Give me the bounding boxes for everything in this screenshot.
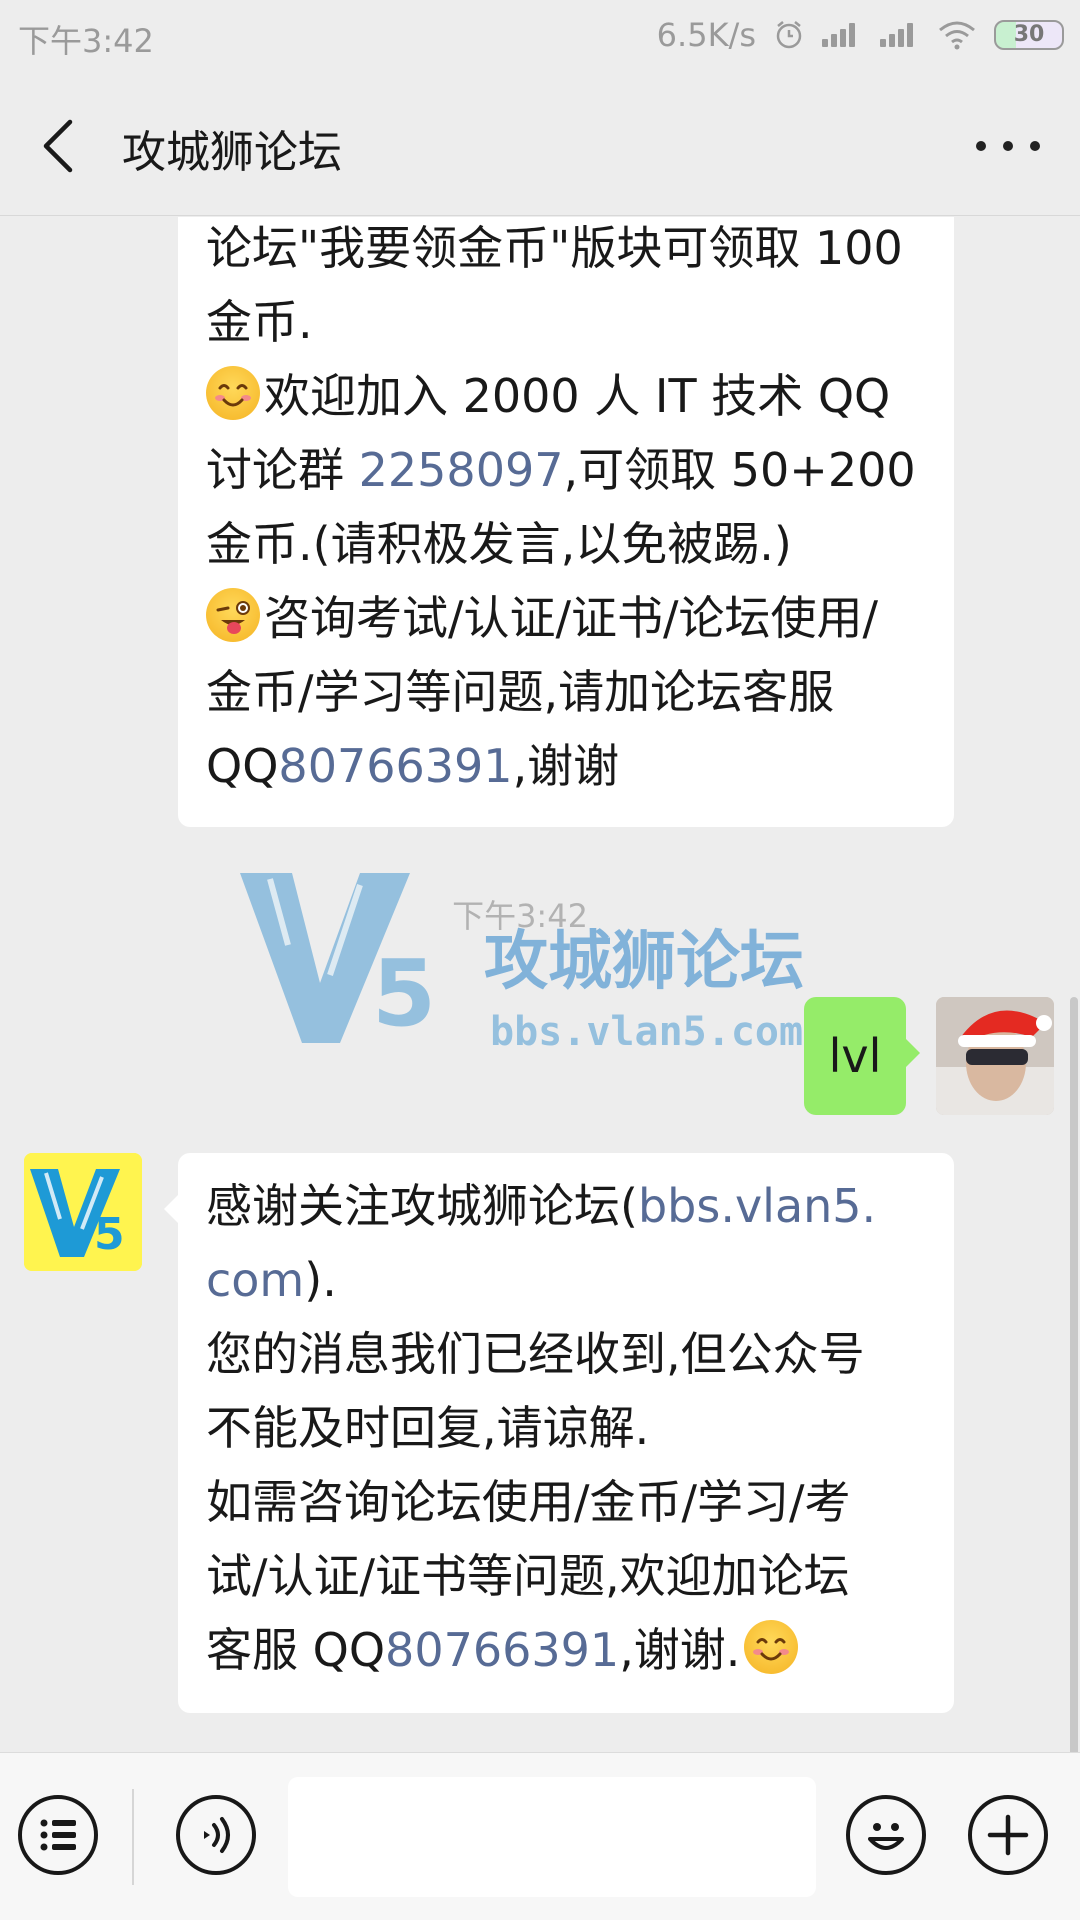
message-line: 论坛"我要领金币"版块可领取 100 bbox=[206, 221, 903, 275]
message-line: com). bbox=[206, 1253, 337, 1307]
menu-list-icon[interactable] bbox=[18, 1795, 98, 1875]
chat-scrollbar[interactable] bbox=[1070, 997, 1078, 1752]
emoji-icon[interactable] bbox=[846, 1795, 926, 1875]
message-line: 金币.(请积极发言,以免被踢.) bbox=[206, 517, 792, 571]
message-line: 不能及时回复,请谅解. bbox=[206, 1401, 650, 1455]
message-bubble-incoming[interactable]: 论坛"我要领金币"版块可领取 100 金币. 欢迎加入 2000 人 IT 技术… bbox=[178, 217, 954, 827]
status-bar: 下午3:42 6.5K/s 30 bbox=[0, 0, 1080, 72]
svg-text:5: 5 bbox=[372, 940, 436, 1047]
sent-message-text: lvl bbox=[828, 1029, 882, 1083]
message-line: 试/认证/证书等问题,欢迎加论坛 bbox=[206, 1549, 850, 1603]
more-icon[interactable] bbox=[976, 128, 1040, 164]
forum-url-link-cont[interactable]: com bbox=[206, 1253, 304, 1307]
forum-watermark-logo: 5 攻城狮论坛 bbs.vlan5.com bbox=[240, 873, 804, 1055]
message-line: QQ80766391,谢谢 bbox=[206, 739, 620, 793]
back-icon[interactable] bbox=[36, 118, 84, 174]
input-bar bbox=[0, 1752, 1080, 1920]
status-icons: 6.5K/s 30 bbox=[657, 16, 1064, 54]
voice-icon[interactable] bbox=[176, 1795, 256, 1875]
qq-support-link[interactable]: 80766391 bbox=[385, 1623, 619, 1677]
signal-icon bbox=[822, 21, 862, 49]
message-line: 客服 QQ80766391,谢谢. bbox=[206, 1613, 926, 1687]
message-line: 您的消息我们已经收到,但公众号 bbox=[206, 1327, 865, 1381]
message-bubble-incoming-reply[interactable]: 感谢关注攻城狮论坛(bbs.vlan5. com). 您的消息我们已经收到,但公… bbox=[164, 1153, 954, 1713]
wifi-icon bbox=[939, 21, 975, 50]
signal-icon-2 bbox=[880, 21, 920, 49]
forum-url-link[interactable]: bbs.vlan5. bbox=[638, 1179, 876, 1233]
message-line: 感谢关注攻城狮论坛(bbs.vlan5. bbox=[206, 1179, 877, 1233]
message-input[interactable] bbox=[288, 1777, 816, 1897]
v5-logo-icon: 5 bbox=[24, 1153, 142, 1271]
watermark-url: bbs.vlan5.com bbox=[490, 1009, 803, 1055]
smile-emoji-icon bbox=[206, 366, 260, 420]
message-bubble-outgoing[interactable]: lvl bbox=[804, 997, 920, 1115]
network-speed: 6.5K/s bbox=[656, 16, 756, 54]
input-bar-divider bbox=[132, 1789, 134, 1885]
chat-header: 攻城狮论坛 bbox=[0, 72, 1080, 216]
status-time: 下午3:42 bbox=[18, 22, 154, 60]
qq-group-link[interactable]: 2258097 bbox=[359, 443, 564, 497]
alarm-icon bbox=[776, 21, 802, 49]
message-line: 如需咨询论坛使用/金币/学习/考 bbox=[206, 1475, 851, 1529]
message-line: 金币. bbox=[206, 295, 313, 349]
page-title: 攻城狮论坛 bbox=[122, 127, 342, 178]
svg-text:5: 5 bbox=[94, 1209, 125, 1260]
smile-emoji-icon bbox=[744, 1620, 799, 1674]
message-line: 咨询考试/认证/证书/论坛使用/ bbox=[206, 581, 926, 655]
official-account-avatar[interactable]: 5 bbox=[24, 1153, 142, 1271]
battery-indicator: 30 bbox=[994, 20, 1064, 50]
user-avatar[interactable] bbox=[936, 997, 1054, 1115]
qq-support-link[interactable]: 80766391 bbox=[278, 739, 512, 793]
message-line: 讨论群 2258097,可领取 50+200 bbox=[206, 443, 916, 497]
wink-tongue-emoji-icon bbox=[206, 588, 260, 642]
user-avatar-image bbox=[936, 997, 1054, 1115]
message-line: 金币/学习等问题,请加论坛客服 bbox=[206, 665, 835, 719]
watermark-title: 攻城狮论坛 bbox=[484, 925, 804, 999]
plus-icon[interactable] bbox=[968, 1795, 1048, 1875]
message-line: 欢迎加入 2000 人 IT 技术 QQ bbox=[206, 359, 926, 433]
chat-messages[interactable]: 论坛"我要领金币"版块可领取 100 金币. 欢迎加入 2000 人 IT 技术… bbox=[0, 217, 1080, 1752]
